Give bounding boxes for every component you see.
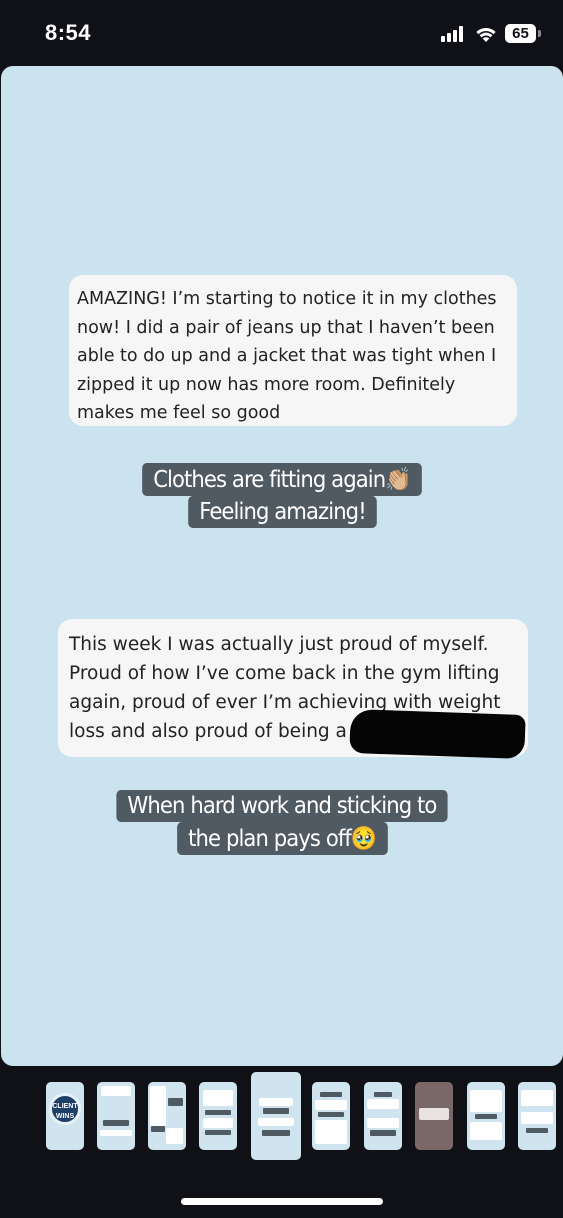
redaction-scribble (349, 708, 526, 760)
message-screenshot-1: AMAZING! I’m starting to notice it in my… (69, 275, 517, 426)
home-indicator[interactable] (181, 1198, 383, 1205)
thumbnail-2[interactable] (97, 1082, 135, 1150)
thumbnail-1[interactable]: CLIENT WINS (46, 1082, 84, 1150)
cellular-signal-icon (441, 26, 467, 42)
thumbnail-10[interactable] (518, 1082, 556, 1150)
thumbnail-7[interactable] (364, 1082, 402, 1150)
story-thumbnail-strip: CLIENT WINS (0, 1066, 563, 1176)
thumbnail-8[interactable] (415, 1082, 453, 1150)
battery-tip (538, 30, 541, 37)
battery-icon: 65 (505, 24, 536, 43)
status-bar: 8:54 65 (0, 0, 563, 66)
thumbnail-9[interactable] (467, 1082, 505, 1150)
caption-2: When hard work and sticking to the plan … (116, 790, 448, 855)
client-wins-badge: CLIENT WINS (49, 1093, 81, 1125)
thumbnail-3[interactable] (148, 1082, 186, 1150)
clock-time: 8:54 (45, 20, 92, 45)
thumbnail-6[interactable] (312, 1082, 350, 1150)
caption-2-line-2: the plan pays off🥹 (176, 822, 388, 855)
caption-1: Clothes are fitting again👏🏼 Feeling amaz… (127, 463, 437, 528)
caption-1-line-1: Clothes are fitting again👏🏼 (142, 463, 422, 496)
caption-2-line-1: When hard work and sticking to (116, 790, 448, 822)
thumbnail-4[interactable] (199, 1082, 237, 1150)
thumbnail-5-current[interactable] (251, 1072, 301, 1160)
caption-1-line-2: Feeling amazing! (187, 496, 377, 528)
wifi-icon (476, 27, 496, 42)
story-canvas[interactable] (1, 66, 563, 1066)
